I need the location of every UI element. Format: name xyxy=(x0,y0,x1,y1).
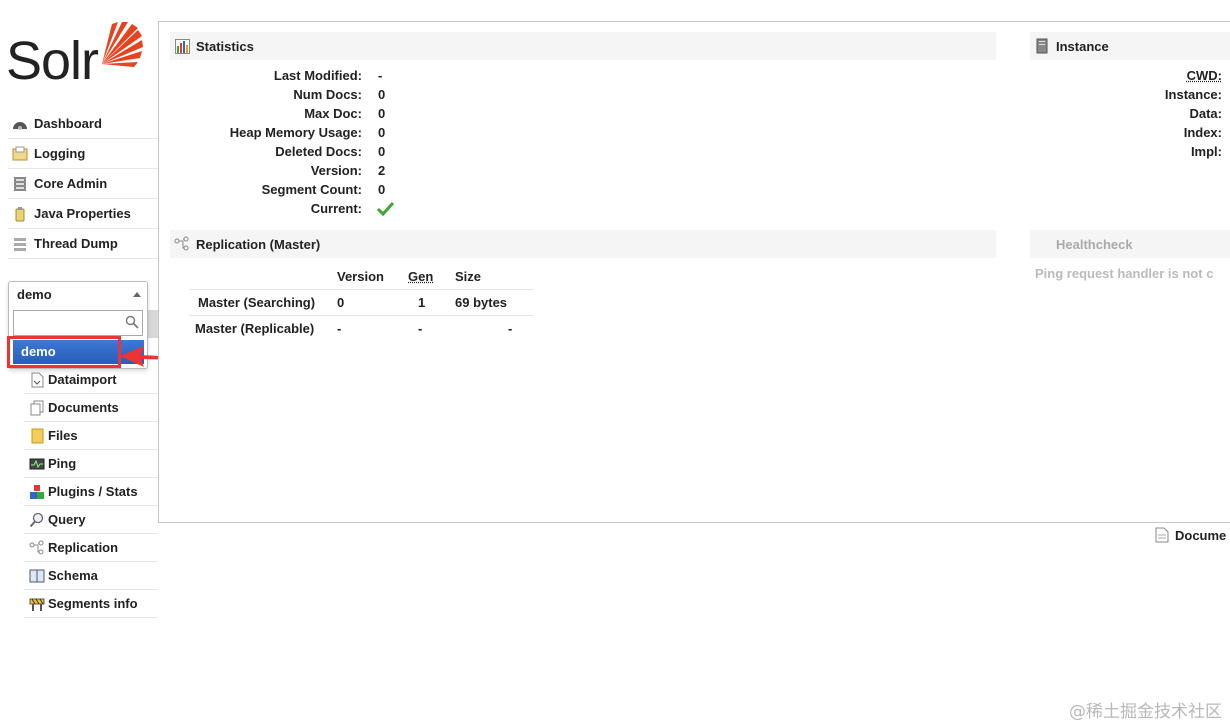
stat-value: 0 xyxy=(378,125,386,140)
chevron-up-icon[interactable] xyxy=(133,292,141,297)
schema-icon xyxy=(29,568,45,584)
replication-header: Replication (Master) xyxy=(170,230,996,258)
segments-icon xyxy=(29,596,45,612)
watermark: @稀土掘金技术社区 xyxy=(1069,702,1222,722)
core-nav-plugins-stats[interactable]: Plugins / Stats xyxy=(24,478,158,506)
stat-value: 0 xyxy=(378,144,386,159)
logging-icon xyxy=(12,146,28,162)
documents-icon xyxy=(29,400,45,416)
instance-title: Instance xyxy=(1056,38,1109,54)
folder-icon xyxy=(29,428,45,444)
statistics-title: Statistics xyxy=(196,38,254,54)
core-nav-label: Plugins / Stats xyxy=(48,484,138,499)
row-version: 0 xyxy=(337,295,345,310)
core-nav-label: Replication xyxy=(48,540,119,555)
core-nav-label: Ping xyxy=(48,456,77,471)
logo-text: Solr xyxy=(6,31,99,91)
replication-icon xyxy=(174,236,190,252)
nav-dashboard-label: Dashboard xyxy=(34,116,102,131)
plugins-icon xyxy=(29,484,45,500)
replication-title: Replication (Master) xyxy=(196,236,321,252)
row-size: - xyxy=(508,321,513,336)
core-nav-segments-info[interactable]: Segments info xyxy=(24,590,158,618)
server-icon xyxy=(1034,38,1050,54)
core-selector-value[interactable]: demo xyxy=(17,287,52,302)
java-properties-icon xyxy=(12,206,28,222)
statistics-header: Statistics xyxy=(170,32,996,60)
core-nav-label: Files xyxy=(48,428,78,443)
highlight-box xyxy=(7,336,121,368)
stat-value: 0 xyxy=(378,106,386,121)
nav-java-properties[interactable]: Java Properties xyxy=(8,199,158,229)
row-size: 69 bytes xyxy=(455,295,508,310)
row-gen: 1 xyxy=(418,295,426,310)
nav-logging[interactable]: Logging xyxy=(8,139,158,169)
row-label: Master (Replicable) xyxy=(195,321,315,336)
healthcheck-message: Ping request handler is not c xyxy=(1035,266,1214,281)
query-icon xyxy=(29,512,45,528)
search-icon xyxy=(125,315,139,332)
core-nav-documents[interactable]: Documents xyxy=(24,394,158,422)
core-nav-query[interactable]: Query xyxy=(24,506,158,534)
stat-value: - xyxy=(378,68,383,83)
stat-value: 2 xyxy=(378,163,386,178)
sun-logo-icon xyxy=(102,22,143,67)
row-gen: - xyxy=(418,321,423,336)
core-admin-icon xyxy=(12,176,28,192)
core-nav-replication[interactable]: Replication xyxy=(24,534,158,562)
col-header-size: Size xyxy=(455,269,482,284)
core-nav-label: Query xyxy=(48,512,86,527)
documentation-label: Docume xyxy=(1175,527,1227,543)
table-row: Master (Replicable) - - - xyxy=(189,315,534,341)
ping-icon xyxy=(29,456,45,472)
col-header-version: Version xyxy=(337,269,384,284)
col-header-gen: Gen xyxy=(408,269,434,284)
nav-thread-dump-label: Thread Dump xyxy=(34,236,118,251)
documentation-link[interactable]: Docume xyxy=(1155,527,1226,543)
dashboard-icon xyxy=(12,116,28,132)
solr-logo[interactable]: Solr xyxy=(6,20,146,90)
core-nav-label: Dataimport xyxy=(48,372,117,387)
nav-core-admin[interactable]: Core Admin xyxy=(8,169,158,199)
nav-logging-label: Logging xyxy=(34,146,86,161)
checkmark-icon xyxy=(377,201,394,216)
dataimport-icon xyxy=(29,372,45,388)
sidebar-scroll-indicator xyxy=(148,310,158,338)
core-search-input[interactable] xyxy=(13,310,143,336)
document-icon xyxy=(1155,527,1169,543)
nav-dashboard[interactable]: Dashboard xyxy=(8,109,158,139)
row-label: Master (Searching) xyxy=(198,295,316,310)
nav-thread-dump[interactable]: Thread Dump xyxy=(8,229,158,259)
core-nav-files[interactable]: Files xyxy=(24,422,158,450)
table-row: Master (Searching) 0 1 69 bytes xyxy=(189,289,534,315)
core-nav-ping[interactable]: Ping xyxy=(24,450,158,478)
stat-value: 0 xyxy=(378,182,386,197)
row-version: - xyxy=(337,321,342,336)
core-nav-label: Segments info xyxy=(48,596,138,611)
stat-value: 0 xyxy=(378,87,386,102)
core-nav-schema[interactable]: Schema xyxy=(24,562,158,590)
core-nav-label: Documents xyxy=(48,400,119,415)
nav-java-properties-label: Java Properties xyxy=(34,206,131,221)
instance-header: Instance xyxy=(1030,32,1230,60)
nav-core-admin-label: Core Admin xyxy=(34,176,108,191)
replication-icon xyxy=(29,540,45,556)
thread-dump-icon xyxy=(12,236,28,252)
bar-chart-icon xyxy=(174,38,190,54)
healthcheck-header: Healthcheck xyxy=(1030,230,1230,258)
core-nav-dataimport[interactable]: Dataimport xyxy=(24,366,158,394)
core-nav-label: Schema xyxy=(48,568,98,583)
healthcheck-title: Healthcheck xyxy=(1056,236,1133,252)
